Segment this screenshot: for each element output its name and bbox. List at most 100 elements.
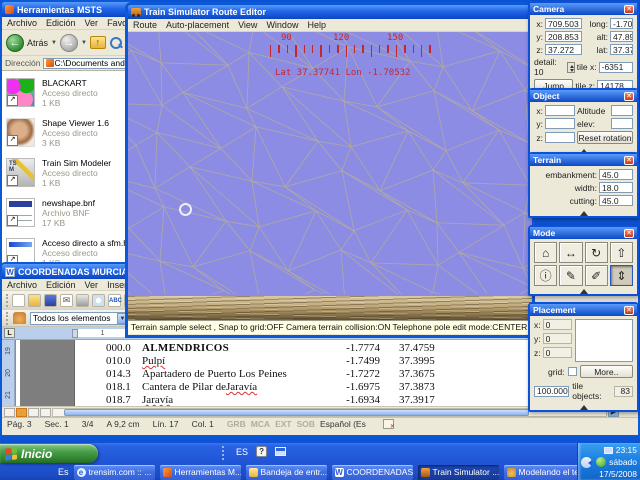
file-list-item[interactable]: Shape Viewer 1.6 Acceso directo 3 KB — [6, 118, 129, 148]
file-list-item[interactable]: Train Sim Modeler Acceso directo 1 KB — [6, 158, 129, 188]
file-name[interactable]: Shape Viewer 1.6 — [42, 118, 109, 128]
menu-ver[interactable]: Ver — [85, 18, 99, 28]
menu-auto-placement[interactable]: Auto-placement — [166, 20, 229, 30]
taskbar-window-button[interactable]: Modelando el te... — [504, 465, 585, 480]
placement-x-field[interactable]: 0 — [543, 319, 572, 330]
word-menu-archivo[interactable]: Archivo — [7, 280, 37, 290]
mode-tool-button[interactable]: ↻ — [585, 242, 608, 263]
language-indicator[interactable]: ES — [236, 447, 248, 457]
outline-view-button[interactable] — [40, 408, 51, 417]
toolbar-icon[interactable] — [12, 294, 25, 307]
tab-stop-selector[interactable]: L — [4, 328, 15, 338]
close-icon[interactable]: ✕ — [624, 229, 634, 238]
tray-clock[interactable]: 23:15 — [616, 445, 637, 455]
scale-field[interactable]: 100.000 — [534, 386, 569, 397]
placement-y-field[interactable]: 0 — [543, 333, 572, 344]
mode-tool-button[interactable]: ↔ — [559, 242, 582, 263]
toolbar-icon[interactable]: ✉ — [60, 294, 73, 307]
width-field[interactable]: 18.0 — [599, 182, 633, 193]
camera-alt-field[interactable]: 47.897 — [610, 31, 633, 42]
menu-help[interactable]: Help — [307, 20, 326, 30]
taskbar-window-button[interactable]: e trensim.com :: ... — [74, 465, 155, 480]
back-dropdown-icon[interactable]: ▼ — [51, 40, 57, 46]
menu-edicion[interactable]: Edición — [46, 18, 76, 28]
search-icon[interactable] — [109, 36, 123, 50]
table-row[interactable]: 014.3 Apartadero de Puerto Los Peines -1… — [16, 368, 605, 381]
route-editor-titlebar[interactable]: Train Simulator Route Editor — [128, 5, 532, 19]
file-icon[interactable] — [6, 78, 35, 107]
collapse-arrow-icon[interactable] — [530, 402, 637, 410]
back-label[interactable]: Atrás — [27, 38, 48, 48]
more-button[interactable]: More.. — [580, 365, 633, 378]
reset-rotation-button[interactable]: Reset rotation — [577, 131, 633, 144]
file-name[interactable]: newshape.bnf — [42, 198, 95, 208]
object-x-field[interactable] — [545, 105, 575, 116]
table-row[interactable]: 018.1 Cantera de Pilar de Jaravía -1.697… — [16, 381, 605, 394]
file-name[interactable]: BLACKART — [42, 78, 87, 88]
terrain-viewport[interactable]: 90 120 150 Lat 37.37741 Lon -1.70532 — [128, 32, 532, 320]
document-page[interactable]: 000.0 ALMENDRICOS -1.7774 37.4759 010.0 … — [16, 340, 605, 406]
camera-z-field[interactable]: 37.272 — [545, 44, 582, 55]
collapse-arrow-icon[interactable] — [530, 208, 637, 216]
table-row[interactable]: 018.7 Jaravía -1.6934 37.3917 — [16, 394, 605, 406]
toolbar-icon[interactable] — [28, 294, 41, 307]
indent-marker[interactable] — [72, 329, 78, 338]
taskbar-window-button[interactable]: W COORDENADAS... — [332, 465, 413, 480]
web-layout-view-button[interactable] — [16, 408, 27, 417]
back-button[interactable]: ← — [6, 34, 24, 52]
object-z-field[interactable] — [545, 132, 575, 143]
file-name[interactable]: Train Sim Modeler — [42, 158, 111, 168]
menu-archivo[interactable]: Archivo — [7, 18, 37, 28]
table-row[interactable]: 000.0 ALMENDRICOS -1.7774 37.4759 — [16, 342, 605, 355]
address-input[interactable]: C:\Documents and Setting — [43, 58, 130, 69]
word-menu-ver[interactable]: Ver — [85, 280, 99, 290]
file-list-item[interactable]: newshape.bnf Archivo BNF 17 KB — [6, 198, 129, 228]
file-name[interactable]: Acceso directo a sfm.hta — [42, 238, 133, 248]
scroll-thumb[interactable] — [64, 409, 529, 416]
camera-long-field[interactable]: -1.70532 — [610, 18, 633, 29]
forward-button[interactable]: → — [60, 34, 78, 52]
collapse-arrow-icon[interactable] — [530, 286, 637, 294]
object-altitude-field[interactable] — [611, 105, 633, 116]
table-row[interactable]: 010.0 Pulpí -1.7499 37.3995 — [16, 355, 605, 368]
toolbar-icon[interactable] — [76, 294, 89, 307]
embankment-field[interactable]: 45.0 — [599, 169, 633, 180]
close-icon[interactable]: ✕ — [624, 156, 634, 165]
detail-spinner[interactable] — [567, 62, 575, 73]
forward-dropdown-icon[interactable]: ▼ — [81, 40, 87, 46]
close-icon[interactable]: ✕ — [624, 306, 634, 315]
mode-tool-button[interactable]: ⓘ — [534, 265, 557, 286]
explorer-titlebar[interactable]: Herramientas MSTS — [2, 2, 133, 17]
normal-view-button[interactable] — [4, 408, 15, 417]
camera-y-field[interactable]: 208.853 — [545, 31, 582, 42]
file-list-item[interactable]: Acceso directo a sfm.hta Acceso directo … — [6, 238, 129, 264]
file-icon[interactable] — [6, 118, 35, 147]
menu-route[interactable]: Route — [133, 20, 157, 30]
taskbar-window-button[interactable]: Herramientas M... — [160, 465, 241, 480]
toolbar-icon[interactable]: ABC — [108, 294, 121, 307]
language-indicator-2[interactable]: Es — [58, 467, 69, 477]
up-folder-button[interactable]: ↑ — [90, 36, 106, 49]
word-menu-edicion[interactable]: Edición — [46, 280, 76, 290]
elements-filter-dropdown[interactable]: Todos los elementos ▼ — [30, 312, 131, 325]
mode-tool-button[interactable]: ✐ — [585, 265, 608, 286]
messenger-tray-icon[interactable] — [596, 457, 606, 467]
camera-lat-field[interactable]: 37.37740 — [610, 44, 633, 55]
terrain-cursor[interactable] — [179, 203, 192, 216]
start-button[interactable]: Inicio — [0, 444, 98, 463]
language-options-icon[interactable] — [275, 447, 286, 456]
spelling-status-icon[interactable] — [383, 419, 394, 429]
placement-object-list[interactable] — [575, 319, 633, 362]
close-icon[interactable]: ✕ — [624, 92, 634, 101]
toolbar-icon[interactable] — [92, 294, 105, 307]
toolbar-icon[interactable] — [44, 294, 57, 307]
file-icon[interactable] — [6, 158, 35, 187]
file-icon[interactable] — [6, 238, 35, 264]
mode-tool-button[interactable]: ⇧ — [610, 242, 633, 263]
taskbar-window-button[interactable]: Train Simulator ... — [418, 465, 499, 480]
cutting-field[interactable]: 45.0 — [599, 195, 633, 206]
print-layout-view-button[interactable] — [28, 408, 39, 417]
taskbar-window-button[interactable]: Bandeja de entr... — [246, 465, 327, 480]
camera-x-field[interactable]: 709.503 — [545, 18, 582, 29]
display-tray-icon[interactable] — [604, 447, 613, 454]
